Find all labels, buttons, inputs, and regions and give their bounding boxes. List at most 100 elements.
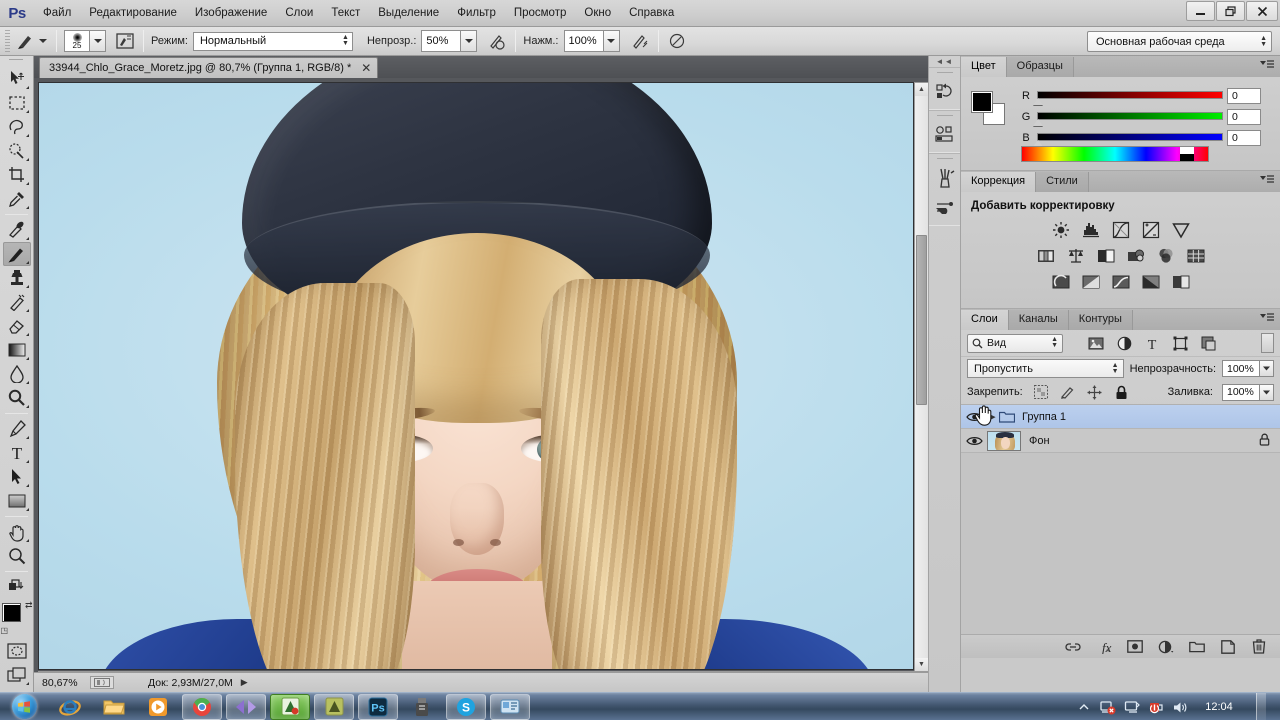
taskbar-item-skype[interactable]: S [446, 693, 486, 720]
taskbar-item-messenger[interactable] [490, 693, 530, 720]
blur-tool[interactable] [3, 362, 31, 386]
threshold-icon[interactable] [1110, 272, 1132, 292]
properties-icon[interactable] [929, 120, 961, 150]
pixel-layer-filter-icon[interactable] [1087, 334, 1105, 352]
hand-tool[interactable] [3, 520, 31, 544]
black-white-icon[interactable] [1095, 246, 1117, 266]
layer-fill-dropdown[interactable] [1260, 383, 1274, 401]
lock-transparent-pixels-icon[interactable] [1032, 383, 1050, 401]
minimize-button[interactable] [1186, 1, 1215, 21]
layer-filter-toggle[interactable] [1261, 333, 1274, 353]
menu-help[interactable]: Справка [620, 3, 683, 23]
layer-name[interactable]: Фон [1029, 435, 1050, 447]
lock-all-icon[interactable] [1113, 383, 1131, 401]
clock[interactable]: 12:04 [1196, 701, 1242, 713]
taskbar-item-media-player[interactable] [138, 694, 178, 720]
invert-icon[interactable] [1050, 272, 1072, 292]
move-tool[interactable] [3, 67, 31, 91]
taskbar-item-google-chrome[interactable] [182, 693, 222, 720]
layers-list[interactable]: ▶ Группа 1 Фон [961, 404, 1280, 634]
green-slider-knob[interactable] [1033, 118, 1043, 126]
scroll-up-arrow-icon[interactable]: ▲ [915, 83, 928, 96]
start-button[interactable] [0, 693, 48, 720]
menu-filter[interactable]: Фильтр [448, 3, 505, 23]
flow-value[interactable]: 100% [563, 30, 604, 52]
blue-slider[interactable] [1033, 132, 1223, 147]
layer-thumbnail[interactable] [987, 430, 1021, 451]
taskbar-item-usb-device[interactable] [402, 694, 442, 720]
close-document-icon[interactable]: ✕ [361, 61, 371, 75]
color-lookup-icon[interactable] [1185, 246, 1207, 266]
tab-adjustments[interactable]: Коррекция [961, 172, 1037, 192]
vibrance-icon[interactable] [1170, 220, 1192, 240]
pen-tool[interactable] [3, 417, 31, 441]
taskbar-item-photoshop[interactable]: Ps [358, 693, 398, 720]
layer-visibility-toggle-group[interactable] [961, 435, 987, 447]
table-row[interactable]: Фон [961, 429, 1280, 453]
toolbox-grip[interactable] [0, 56, 33, 67]
lock-image-pixels-icon[interactable] [1059, 383, 1077, 401]
layer-opacity-dropdown[interactable] [1260, 360, 1274, 377]
layer-filter-select[interactable]: Вид ▲ ▼ [967, 333, 1063, 353]
tab-layers[interactable]: Слои [961, 310, 1009, 330]
brush-tool[interactable] [2, 242, 31, 266]
layer-mask-icon[interactable] [1126, 638, 1144, 656]
document-tab[interactable]: 33944_Chlo_Grace_Moretz.jpg @ 80,7% (Гру… [39, 57, 379, 78]
color-spectrum-ramp[interactable] [1021, 146, 1209, 162]
blue-value[interactable]: 0 [1227, 129, 1261, 146]
status-bar-menu-arrow[interactable]: ▶ [241, 677, 248, 688]
power-icon[interactable] [1148, 699, 1164, 715]
brightness-contrast-icon[interactable] [1050, 220, 1072, 240]
eraser-tool[interactable] [3, 314, 31, 338]
gradient-tool[interactable] [3, 338, 31, 362]
layers-panel-menu-icon[interactable] [1260, 313, 1274, 326]
volume-icon[interactable] [1172, 699, 1188, 715]
brush-panel-toggle-icon[interactable] [114, 30, 136, 52]
screen-mode-toggle[interactable] [3, 663, 31, 687]
show-hidden-icons-arrow[interactable] [1076, 699, 1092, 715]
levels-icon[interactable] [1080, 220, 1102, 240]
spot-healing-brush-tool[interactable] [3, 218, 31, 242]
red-slider[interactable] [1033, 90, 1223, 105]
vertical-scroll-thumb[interactable] [916, 235, 927, 405]
delete-layer-icon[interactable] [1250, 638, 1268, 656]
taskbar-item-olive-app[interactable] [314, 693, 354, 720]
quick-mask-toggle[interactable] [3, 639, 31, 663]
display-icon[interactable] [1124, 699, 1140, 715]
photo-filter-icon[interactable] [1125, 246, 1147, 266]
red-value[interactable]: 0 [1227, 87, 1261, 104]
layer-name[interactable]: Группа 1 [1022, 411, 1066, 423]
expand-panels-button[interactable]: ◄◄ [929, 56, 960, 67]
flow-dropdown[interactable] [603, 30, 620, 52]
document-size-proxy-icon[interactable] [90, 676, 114, 689]
green-value[interactable]: 0 [1227, 108, 1261, 125]
swap-colors-icon[interactable]: ⇄ [25, 600, 33, 611]
color-panel-foreground-swatch[interactable] [971, 91, 993, 113]
brush-icon[interactable] [929, 163, 961, 193]
opacity-value[interactable]: 50% [421, 30, 462, 52]
taskbar-item-internet-explorer[interactable] [50, 694, 90, 720]
menu-edit[interactable]: Редактирование [80, 3, 186, 23]
brush-picker-dropdown[interactable] [90, 30, 106, 52]
reset-colors-icon[interactable]: ◳ [1, 626, 9, 635]
posterize-icon[interactable] [1080, 272, 1102, 292]
menu-select[interactable]: Выделение [369, 3, 448, 23]
tab-paths[interactable]: Контуры [1068, 310, 1133, 330]
zoom-tool[interactable] [3, 544, 31, 568]
lock-position-icon[interactable] [1086, 383, 1104, 401]
show-desktop-button[interactable] [1256, 693, 1266, 720]
layer-style-icon[interactable]: fx [1095, 638, 1113, 656]
link-layers-icon[interactable] [1064, 638, 1082, 656]
shape-layer-filter-icon[interactable] [1171, 334, 1189, 352]
brush-tool-indicator-icon[interactable] [15, 30, 37, 52]
layer-fill-value[interactable]: 100% [1222, 383, 1260, 401]
crop-tool[interactable] [3, 163, 31, 187]
ramp-black-swatch[interactable] [1180, 154, 1194, 161]
taskbar-item-windows-explorer[interactable] [94, 694, 134, 720]
selective-color-icon[interactable] [1170, 272, 1192, 292]
zoom-level[interactable]: 80,67% [34, 677, 90, 689]
layer-blend-mode-select[interactable]: Пропустить ▲ ▼ [967, 359, 1124, 378]
clone-stamp-tool[interactable] [3, 266, 31, 290]
opacity-dropdown[interactable] [461, 30, 478, 52]
color-panel-menu-icon[interactable] [1260, 60, 1274, 73]
